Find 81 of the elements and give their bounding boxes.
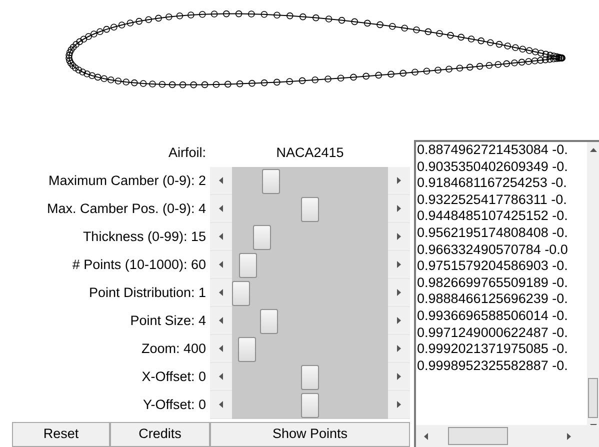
scroll-left-button[interactable] (210, 195, 232, 223)
list-item[interactable]: 0.9998952325582887 -0. (417, 358, 587, 374)
right-arrow-icon (397, 373, 401, 380)
slider-label: Y-Offset: 0 (142, 396, 207, 414)
left-arrow-icon (219, 177, 223, 184)
scroll-right-button[interactable] (388, 391, 410, 419)
scroll-up-icon (590, 148, 597, 152)
scrollbar-thumb[interactable] (448, 427, 508, 445)
slider-label: Point Size: 4 (129, 312, 207, 330)
slider-thumb[interactable] (301, 197, 319, 222)
slider-thumb[interactable] (232, 281, 250, 306)
scroll-right-button[interactable] (388, 167, 410, 195)
scroll-right-button[interactable] (388, 251, 410, 279)
list-item[interactable]: 0.9992021371975085 -0. (417, 341, 587, 358)
list-item[interactable]: 0.9448485107425152 -0. (417, 208, 587, 225)
list-item[interactable]: 0.9936696588506014 -0. (417, 308, 587, 325)
list-item[interactable]: 0.9888466125696239 -0. (417, 291, 587, 308)
slider-thumb[interactable] (262, 169, 280, 194)
scrollbar-thumb[interactable] (588, 378, 598, 418)
list-item[interactable]: 0.966332490570784 -0.0 (417, 242, 587, 258)
left-arrow-icon (219, 289, 223, 296)
right-arrow-icon (397, 261, 401, 268)
slider-label: X-Offset: 0 (140, 368, 207, 386)
list-item[interactable]: 0.9971249000622487 -0. (417, 324, 587, 342)
slider-label: Maximum Camber (0-9): 2 (47, 172, 207, 190)
scroll-left-button[interactable] (210, 251, 232, 279)
right-arrow-icon (397, 177, 401, 184)
slider-label: # Points (10-1000): 60 (71, 256, 207, 274)
left-arrow-icon (219, 261, 223, 268)
scroll-right-button[interactable] (388, 195, 410, 223)
slider-thumb[interactable] (260, 309, 278, 334)
scroll-left-icon (424, 432, 428, 440)
scroll-left-button[interactable] (210, 279, 232, 307)
left-arrow-icon (219, 373, 223, 380)
left-arrow-icon (219, 345, 223, 352)
list-item[interactable]: 0.9751579204586903 -0. (417, 258, 587, 275)
scroll-right-icon (567, 432, 571, 440)
right-arrow-icon (397, 233, 401, 240)
right-arrow-icon (397, 401, 401, 408)
points-list[interactable] (414, 140, 599, 447)
action-button[interactable]: Credits (110, 422, 210, 447)
slider-thumb[interactable] (238, 337, 256, 362)
slider-label: Zoom: 400 (140, 340, 207, 358)
left-arrow-icon (219, 317, 223, 324)
slider-thumb[interactable] (238, 253, 257, 278)
list-item[interactable]: 0.9826699765509189 -0. (417, 274, 587, 292)
scroll-left-button[interactable] (210, 223, 232, 251)
scroll-right-button[interactable] (388, 307, 410, 335)
airfoil-label: Airfoil: (167, 144, 207, 162)
list-item[interactable]: 0.9562195174808408 -0. (417, 224, 587, 242)
right-arrow-icon (397, 345, 401, 352)
scroll-left-button[interactable] (210, 335, 232, 363)
list-item[interactable]: 0.8874962721453084 -0. (417, 142, 587, 159)
action-button[interactable]: Reset (12, 422, 110, 447)
horizontal-scrollbar[interactable] (416, 425, 599, 447)
slider-label: Thickness (0-99): 15 (82, 228, 207, 246)
vertical-scrollbar[interactable] (587, 142, 599, 425)
slider-thumb[interactable] (301, 393, 319, 418)
right-arrow-icon (397, 317, 401, 324)
scroll-right-button[interactable] (388, 223, 410, 251)
scroll-right-button[interactable] (388, 363, 410, 391)
scroll-left-button[interactable] (210, 363, 232, 391)
airfoil-name: NACA2415 (275, 144, 345, 162)
slider-thumb[interactable] (252, 225, 271, 250)
scroll-right-button[interactable] (388, 335, 410, 363)
scroll-left-button[interactable] (210, 167, 232, 195)
left-arrow-icon (219, 401, 223, 408)
left-arrow-icon (219, 205, 223, 212)
list-item[interactable]: 0.9184681167254253 -0. (417, 175, 587, 192)
list-item[interactable]: 0.9322525417786311 -0. (417, 192, 587, 208)
right-arrow-icon (397, 289, 401, 296)
action-button[interactable]: Show Points (210, 422, 410, 447)
list-item[interactable]: 0.9035350402609349 -0. (417, 158, 587, 176)
scroll-left-button[interactable] (210, 307, 232, 335)
slider-thumb[interactable] (301, 365, 319, 390)
right-arrow-icon (397, 205, 401, 212)
scroll-left-button[interactable] (210, 391, 232, 419)
slider-label: Max. Camber Pos. (0-9): 4 (46, 200, 207, 218)
left-arrow-icon (219, 233, 223, 240)
scroll-right-button[interactable] (388, 279, 410, 307)
slider-label: Point Distribution: 1 (88, 284, 207, 302)
